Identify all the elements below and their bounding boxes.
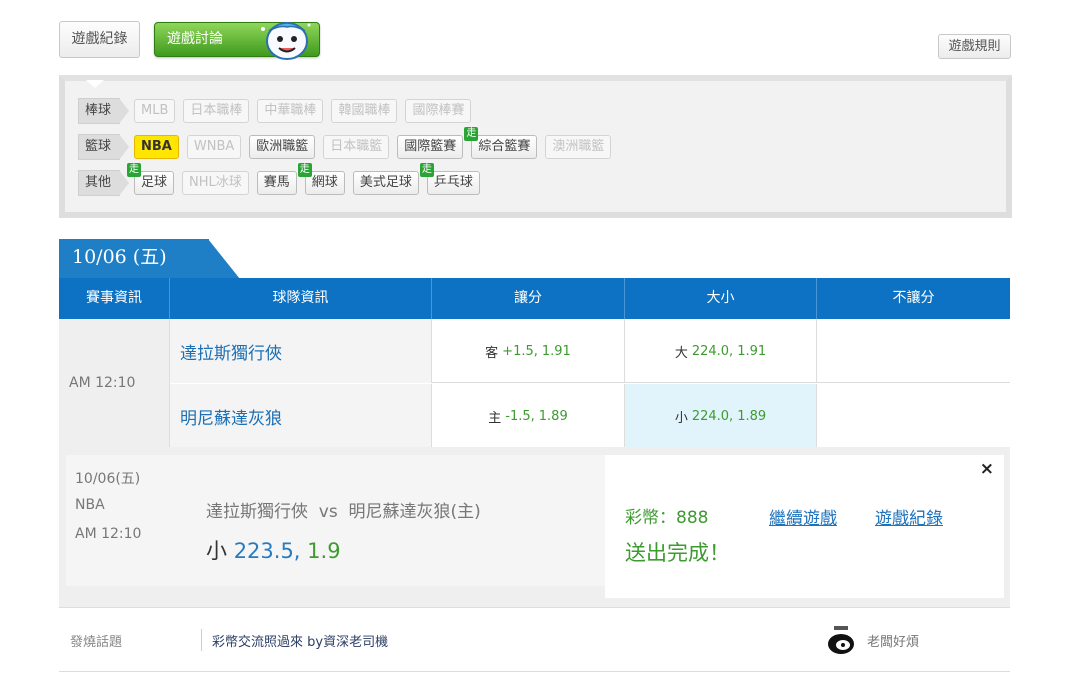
match-time: AM 12:10 (59, 319, 170, 448)
slip-pick: 小 223.5, 1.9 (206, 535, 341, 565)
mascot-icon (261, 22, 311, 60)
spread-line: +1.5, (502, 343, 538, 359)
team-name-home: 明尼蘇達灰狼 (170, 384, 432, 448)
league-npb[interactable]: 日本職棒 (183, 99, 250, 123)
league-table-tennis[interactable]: 走 乒乓球 (419, 163, 480, 195)
boss-annoying-link[interactable]: 老闆好煩 (867, 631, 919, 650)
game-discussion-label: 遊戲討論 (167, 31, 223, 47)
league-bleague[interactable]: 日本職籃 (323, 135, 390, 159)
header-total: 大小 (625, 278, 817, 319)
league-tennis[interactable]: 走 網球 (297, 163, 345, 195)
slip-pick-line: 223.5, (233, 539, 301, 563)
game-discussion-button[interactable]: 遊戲討論 (154, 22, 320, 60)
league-american-football[interactable]: 美式足球 (352, 171, 419, 195)
moneyline-home-cell[interactable] (817, 384, 1010, 448)
total-odds: 1.89 (737, 408, 767, 424)
header-moneyline: 不讓分 (892, 290, 935, 306)
team-name-away: 達拉斯獨行俠 (170, 319, 432, 383)
close-icon[interactable]: × (980, 459, 994, 479)
continue-game-link[interactable]: 繼續遊戲 (769, 504, 837, 529)
spread-away-cell[interactable]: 客 +1.5, 1.91 (432, 319, 625, 383)
baseball-row: 棒球 MLB 日本職棒 中華職棒 韓國職棒 國際棒賽 (78, 98, 479, 124)
league-label: 綜合籃賽 (478, 139, 531, 154)
game-record-link[interactable]: 遊戲紀錄 (875, 504, 943, 529)
spread-side: 主 (488, 410, 502, 426)
sport-tab-basketball[interactable]: 籃球 (78, 134, 130, 160)
total-line: 224.0, (691, 343, 734, 359)
total-over-cell[interactable]: 大 224.0, 1.91 (625, 319, 817, 383)
total-side: 小 (674, 410, 688, 426)
league-intl-basketball[interactable]: 國際籃賽 (397, 135, 464, 159)
total-line: 224.0, (691, 408, 734, 424)
live-badge: 走 (127, 163, 142, 177)
panel-pointer (86, 80, 104, 88)
sport-tab-other[interactable]: 其他 (78, 170, 130, 196)
league-soccer[interactable]: 走 足球 (127, 163, 175, 195)
league-horse-racing[interactable]: 賽馬 (256, 171, 297, 195)
game-record-button[interactable]: 遊戲紀錄 (59, 21, 140, 58)
category-panel: 棒球 MLB 日本職棒 中華職棒 韓國職棒 國際棒賽 籃球 NBA WNBA 歐… (59, 75, 1012, 218)
league-intl-baseball[interactable]: 國際棒賽 (405, 99, 472, 123)
header-match-info: 賽事資訊 (59, 278, 170, 319)
spread-odds: 1.89 (538, 408, 568, 424)
league-cpbl[interactable]: 中華職棒 (257, 99, 324, 123)
spread-home-cell[interactable]: 主 -1.5, 1.89 (432, 384, 625, 448)
total-under-cell[interactable]: 小 224.0, 1.89 (625, 384, 817, 448)
league-euroleague[interactable]: 歐洲職籃 (249, 135, 316, 159)
league-mixed-basketball[interactable]: 走 綜合籃賽 (464, 127, 538, 159)
slip-matchup: 達拉斯獨行俠 vs 明尼蘇達灰狼(主) (206, 502, 481, 522)
date-tab[interactable]: 10/06 (五) (59, 239, 209, 279)
live-badge: 走 (297, 163, 312, 177)
odds-table: 賽事資訊 球隊資訊 讓分 大小 不讓分 AM 12:10 達拉斯獨行俠 客 +1… (59, 278, 1010, 449)
match-body: AM 12:10 達拉斯獨行俠 客 +1.5, 1.91 大 224.0, 1.… (59, 319, 1010, 449)
league-label: 足球 (141, 175, 168, 190)
league-mlb[interactable]: MLB (134, 99, 176, 123)
hot-topics-bar: 發燒話題 彩幣交流照過來 by資深老司機 老闆好煩 (59, 609, 1010, 672)
divider (201, 629, 202, 651)
total-side: 大 (674, 345, 688, 361)
league-kbo[interactable]: 韓國職棒 (331, 99, 398, 123)
slip-time: AM 12:10 (75, 526, 142, 542)
table-header: 賽事資訊 球隊資訊 讓分 大小 不讓分 (59, 278, 1010, 319)
bet-ticket: 10/06(五) NBA AM 12:10 達拉斯獨行俠 vs 明尼蘇達灰狼(主… (66, 455, 606, 586)
sport-tab-baseball[interactable]: 棒球 (78, 98, 130, 124)
game-rules-button[interactable]: 遊戲規則 (938, 34, 1011, 59)
league-wnba[interactable]: WNBA (186, 135, 242, 159)
total-odds: 1.91 (737, 343, 767, 359)
hot-topic-link[interactable]: 彩幣交流照過來 by資深老司機 (212, 631, 388, 650)
table-row: 明尼蘇達灰狼 主 -1.5, 1.89 小 224.0, 1.89 (170, 384, 1010, 448)
coin-balance: 彩幣：888 (625, 508, 709, 528)
header-spread: 讓分 (432, 278, 625, 319)
boss-mascot-icon (828, 626, 854, 654)
slip-result-panel: × 彩幣：888 送出完成！ 繼續遊戲 遊戲紀錄 (605, 455, 1004, 598)
spread-odds: 1.91 (541, 343, 571, 359)
league-label: 乒乓球 (433, 175, 473, 190)
league-nhl[interactable]: NHL冰球 (182, 171, 249, 195)
slip-pick-side: 小 (206, 539, 227, 563)
table-row: 達拉斯獨行俠 客 +1.5, 1.91 大 224.0, 1.91 (170, 319, 1010, 383)
spread-side: 客 (485, 345, 499, 361)
header-team-info: 球隊資訊 (170, 278, 432, 319)
spread-line: -1.5, (505, 408, 535, 424)
slip-date: 10/06(五) (75, 471, 141, 487)
live-badge: 走 (464, 127, 479, 141)
basketball-row: 籃球 NBA WNBA 歐洲職籃 日本職籃 國際籃賽 走 綜合籃賽 澳洲職籃 (78, 127, 619, 160)
league-nbl[interactable]: 澳洲職籃 (545, 135, 612, 159)
bet-slip: 10/06(五) NBA AM 12:10 達拉斯獨行俠 vs 明尼蘇達灰狼(主… (59, 447, 1010, 608)
date-tab-corner (208, 239, 240, 279)
hot-topics-label: 發燒話題 (70, 635, 123, 650)
submit-success: 送出完成！ (625, 541, 730, 565)
moneyline-away-cell[interactable] (817, 319, 1010, 383)
other-row: 其他 走 足球 NHL冰球 賽馬 走 網球 美式足球 走 乒乓球 (78, 163, 488, 196)
live-badge: 走 (419, 163, 434, 177)
league-nba[interactable]: NBA (134, 135, 179, 159)
league-label: 網球 (311, 175, 338, 190)
slip-pick-odds: 1.9 (307, 539, 341, 563)
slip-league: NBA (75, 497, 105, 513)
